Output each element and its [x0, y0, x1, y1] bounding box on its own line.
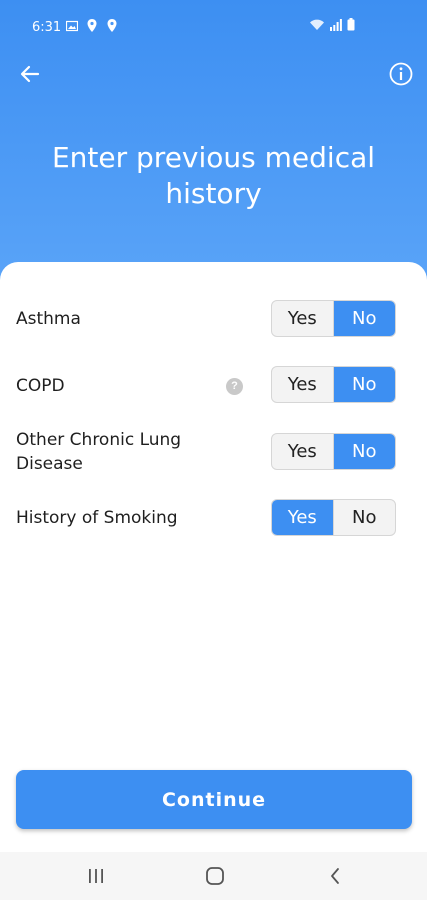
yes-option[interactable]: Yes: [272, 367, 334, 402]
info-button[interactable]: [387, 60, 415, 88]
wifi-icon: [310, 19, 324, 30]
location-pin-icon: [107, 19, 117, 32]
status-time: 6:31: [32, 20, 62, 35]
info-icon: [389, 62, 413, 86]
question-row-asthma: Asthma Yes No: [0, 300, 427, 340]
no-option[interactable]: No: [333, 367, 395, 402]
recents-button[interactable]: [84, 866, 108, 886]
image-icon: [66, 20, 78, 32]
yes-option[interactable]: Yes: [272, 500, 334, 535]
nav-back-button[interactable]: [323, 866, 347, 886]
question-label: COPD: [16, 376, 65, 396]
status-bar: 6:31: [0, 0, 427, 56]
no-option[interactable]: No: [333, 434, 395, 469]
question-label: Other Chronic Lung Disease: [16, 430, 182, 474]
no-option[interactable]: No: [334, 500, 396, 535]
question-row-other-chronic-lung-disease: Other Chronic Lung Disease Yes No: [0, 430, 427, 474]
arrow-left-icon: [20, 65, 40, 83]
medical-history-form: Asthma Yes No COPD ? Yes No Other Chroni…: [0, 262, 427, 852]
header-banner: 6:31 Enter previous medical history: [0, 0, 427, 290]
yes-no-toggle: Yes No: [271, 366, 396, 403]
nav-back-icon: [331, 868, 339, 884]
home-icon: [206, 867, 224, 885]
yes-no-toggle: Yes No: [271, 300, 396, 337]
status-system-icons: [309, 18, 355, 31]
yes-option[interactable]: Yes: [272, 434, 334, 469]
signal-icon: [330, 18, 342, 31]
yes-option[interactable]: Yes: [272, 301, 334, 336]
question-row-history-of-smoking: History of Smoking Yes No: [0, 499, 427, 539]
help-icon[interactable]: ?: [226, 378, 243, 395]
yes-no-toggle: Yes No: [271, 499, 396, 536]
home-button[interactable]: [203, 866, 227, 886]
question-row-copd: COPD ? Yes No: [0, 366, 427, 406]
system-nav-bar: [0, 852, 427, 900]
question-label: Asthma: [16, 309, 81, 329]
no-option[interactable]: No: [333, 301, 395, 336]
question-label: History of Smoking: [16, 508, 178, 528]
location-pin-icon: [87, 19, 97, 32]
yes-no-toggle: Yes No: [271, 433, 396, 470]
continue-button[interactable]: Continue: [16, 770, 412, 829]
page-title: Enter previous medical history: [51, 141, 376, 210]
back-button[interactable]: [14, 58, 46, 90]
recents-icon: [89, 869, 103, 883]
battery-icon: [347, 18, 355, 31]
status-notification-icons: [66, 19, 118, 33]
